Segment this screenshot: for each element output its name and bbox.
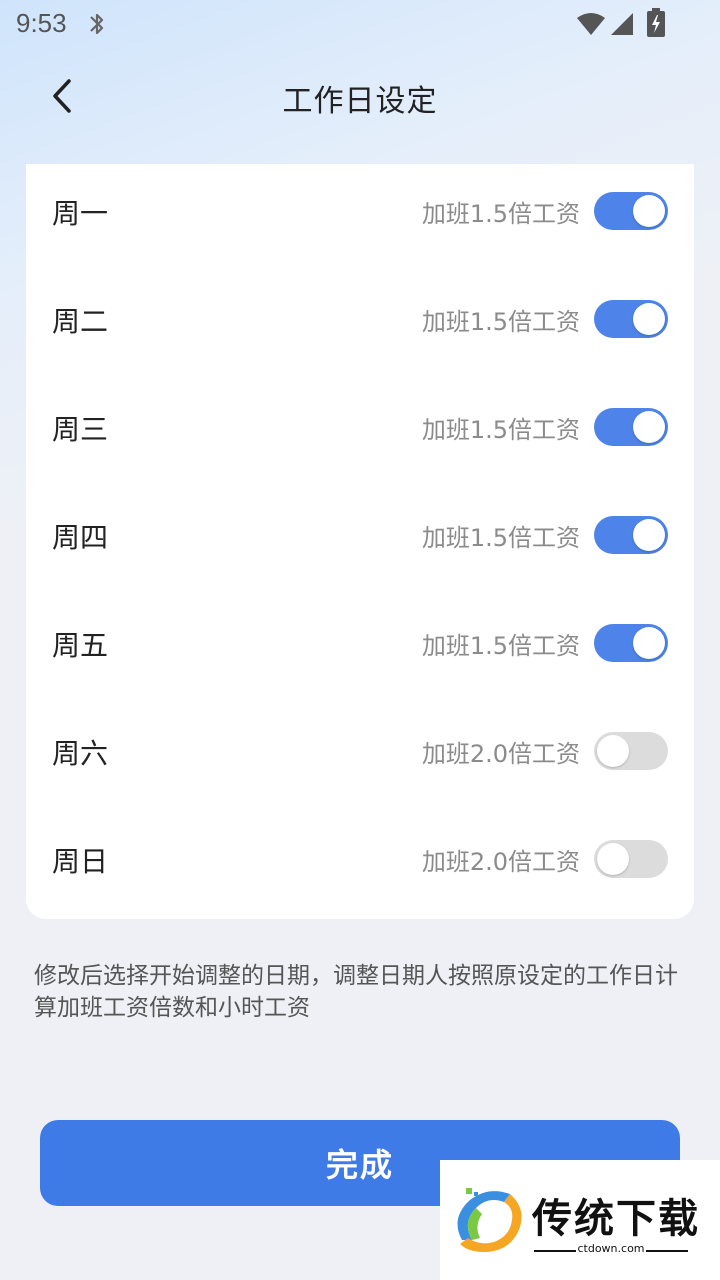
friday-toggle[interactable] [594, 624, 668, 662]
day-label: 周一 [52, 197, 109, 230]
day-label: 周二 [52, 305, 109, 338]
overtime-rate-label: 加班1.5倍工资 [421, 632, 580, 660]
watermark-divider [646, 1250, 688, 1252]
toggle-knob [633, 627, 665, 659]
watermark: 传统下载 ctdown.com [440, 1160, 720, 1280]
page-title: 工作日设定 [282, 84, 438, 119]
toggle-knob [633, 195, 665, 227]
overtime-rate-label: 加班2.0倍工资 [421, 740, 580, 768]
toggle-knob [633, 519, 665, 551]
day-row-saturday: 周六 加班2.0倍工资 [26, 704, 694, 812]
overtime-rate-label: 加班1.5倍工资 [421, 200, 580, 228]
day-row-wednesday: 周三 加班1.5倍工资 [26, 380, 694, 488]
day-row-monday: 周一 加班1.5倍工资 [26, 164, 694, 272]
day-label: 周日 [52, 845, 109, 878]
wednesday-toggle[interactable] [594, 408, 668, 446]
day-label: 周四 [52, 521, 109, 554]
day-label: 周五 [52, 629, 109, 662]
day-row-friday: 周五 加班1.5倍工资 [26, 596, 694, 704]
day-row-sunday: 周日 加班2.0倍工资 [26, 812, 694, 920]
sunday-toggle[interactable] [594, 840, 668, 878]
day-row-thursday: 周四 加班1.5倍工资 [26, 488, 694, 596]
toggle-knob [633, 411, 665, 443]
overtime-rate-label: 加班1.5倍工资 [421, 416, 580, 444]
toggle-knob [633, 303, 665, 335]
toggle-knob [597, 843, 629, 875]
signal-icon [611, 13, 633, 35]
day-row-tuesday: 周二 加班1.5倍工资 [26, 272, 694, 380]
watermark-title: 传统下载 [532, 1196, 700, 1242]
overtime-rate-label: 加班1.5倍工资 [421, 524, 580, 552]
status-bar: 9:53 [0, 0, 720, 48]
saturday-toggle[interactable] [594, 732, 668, 770]
day-label: 周六 [52, 737, 109, 770]
status-time: 9:53 [16, 8, 67, 38]
tuesday-toggle[interactable] [594, 300, 668, 338]
watermark-divider [534, 1250, 576, 1252]
watermark-url: ctdown.com [577, 1242, 645, 1255]
watermark-logo-icon [457, 1188, 522, 1252]
toggle-knob [597, 735, 629, 767]
thursday-toggle[interactable] [594, 516, 668, 554]
hint-text: 修改后选择开始调整的日期，调整日期人按照原设定的工作日计算加班工资倍数和小时工资 [34, 963, 678, 1021]
workday-list: 周一 加班1.5倍工资 周二 加班1.5倍工资 周三 加班1.5倍工资 周四 加… [26, 164, 694, 919]
battery-charging-icon [647, 8, 665, 37]
monday-toggle[interactable] [594, 192, 668, 230]
wifi-icon [577, 13, 605, 35]
overtime-rate-label: 加班1.5倍工资 [421, 308, 580, 336]
bluetooth-icon [90, 13, 104, 35]
day-label: 周三 [52, 413, 109, 446]
overtime-rate-label: 加班2.0倍工资 [421, 848, 580, 876]
